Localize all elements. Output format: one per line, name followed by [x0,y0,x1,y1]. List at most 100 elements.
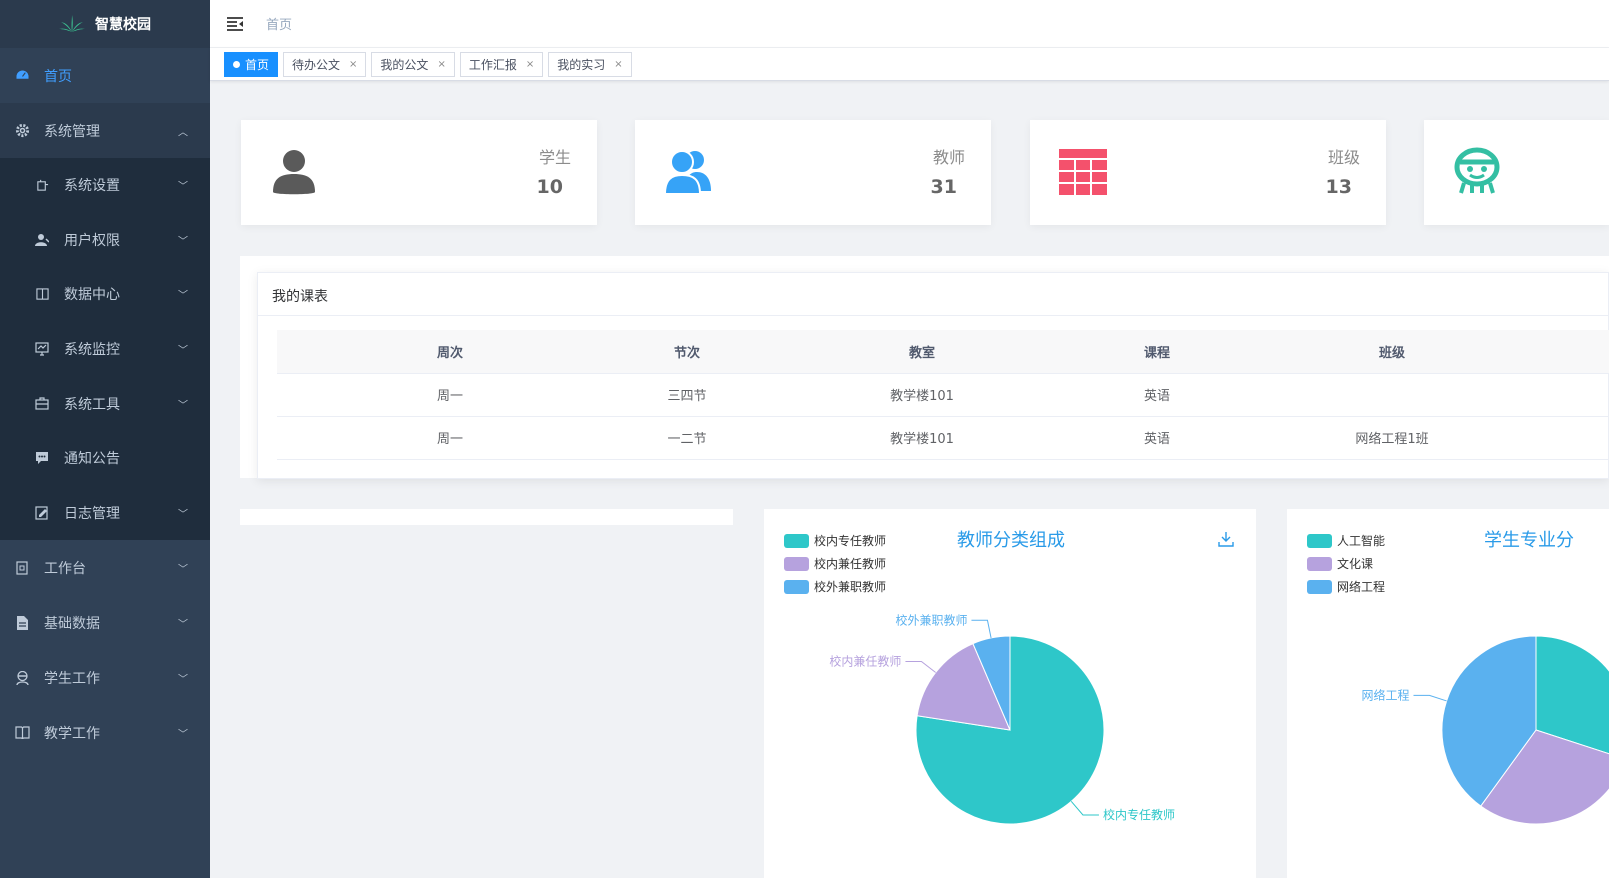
close-icon[interactable]: × [614,59,622,70]
tag-pending-documents[interactable]: 待办公文 × [283,51,367,77]
chevron-down-icon: ﹀ [178,236,188,248]
schedule-title: 我的课表 [258,273,1608,316]
table-cell: 英语 [1093,373,1221,417]
schedule-table: 周次 节次 教室 课程 班级 周一 三四节 教学楼101 英语 周一 一二节 教… [277,330,1609,460]
column-header[interactable]: 节次 [623,330,751,374]
chevron-down-icon: ﹀ [178,181,188,193]
user-icon [34,232,50,248]
gear-icon [14,123,30,139]
sidebar-item-label: 工作台 [44,560,86,577]
tag-label: 首页 [245,57,270,72]
log-icon [34,505,50,521]
pie-chart: 校内专任教师 校内兼任教师 校外兼职教师 [829,612,1175,825]
hamburger-icon[interactable] [226,16,244,32]
table-cell: 英语 [1093,416,1221,460]
chevron-down-icon: ﹀ [178,290,188,302]
table-row[interactable]: 周一 一二节 教学楼101 英语 网络工程1班 [277,416,1609,460]
table-cell: 教学楼101 [751,416,1093,460]
breadcrumb[interactable]: 首页 [266,14,292,33]
pie-label-line [1413,694,1447,702]
student-major-chart: 人工智能 文化课 网络工程 学生专业分 网络工程 [1287,509,1609,878]
tag-label: 待办公文 [292,57,341,72]
sidebar-item-system-settings[interactable]: 系统设置 ﹀ [0,158,210,213]
chevron-down-icon: ﹀ [178,564,188,576]
chevron-down-icon: ﹀ [178,674,188,686]
sidebar-item-home[interactable]: 首页 [0,48,210,103]
column-header[interactable]: 教室 [751,330,1093,374]
table-row[interactable]: 周一 三四节 教学楼101 英语 [277,373,1609,417]
table-cell-spacer [1563,373,1609,417]
table-cell-spacer [1563,416,1609,460]
sidebar-item-label: 日志管理 [64,505,120,522]
tag-work-report[interactable]: 工作汇报 × [459,51,544,77]
teacher-category-chart: 校内专任教师 校内兼任教师 校外兼职教师 教师分类组成 校内专任教师 校内兼任教师… [764,509,1256,878]
person-icon [269,147,319,197]
stat-value: 10 [536,176,563,198]
tag-label: 工作汇报 [468,57,517,72]
sidebar-item-system-tools[interactable]: 系统工具 ﹀ [0,376,210,431]
pie-label: 网络工程 [1361,687,1409,702]
sidebar-item-system-management[interactable]: 系统管理 ︿ [0,103,210,158]
app-title: 智慧校园 [95,17,151,33]
chevron-up-icon: ︿ [178,127,188,138]
sidebar-item-data-center[interactable]: 数据中心 ﹀ [0,267,210,322]
workbench-icon [14,560,30,576]
column-header[interactable]: 班级 [1221,330,1563,374]
tag-label: 我的实习 [557,57,606,72]
table-cell: 三四节 [623,373,751,417]
book-icon [14,725,30,741]
pie-label-line [1070,800,1099,816]
active-dot-icon [233,60,240,68]
schedule-panel: 我的课表 周次 节次 教室 课程 班级 周一 三四节 教学楼101 英语 周一 … [257,272,1609,479]
stat-card-robot[interactable] [1424,120,1609,225]
database-icon [34,286,50,302]
toolbox-icon [34,396,50,412]
tag-my-documents[interactable]: 我的公文 × [371,51,455,77]
table-cell: 周一 [277,416,623,460]
pie-chart: 网络工程 [1361,635,1609,825]
sidebar-item-system-monitor[interactable]: 系统监控 ﹀ [0,322,210,377]
stat-value: 31 [930,176,957,198]
chevron-down-icon: ﹀ [178,400,188,412]
logo[interactable]: 智慧校园 [0,0,210,48]
pie-label-line [905,660,936,673]
sidebar-item-label: 教学工作 [44,725,100,742]
chevron-down-icon: ﹀ [178,345,188,357]
pie-label: 校内兼任教师 [829,653,901,668]
close-icon[interactable]: × [437,59,445,70]
tags-view: 首页 待办公文 × 我的公文 × 工作汇报 × 我的实习 × [210,48,1609,81]
stat-card-students[interactable]: 学生 10 [241,120,597,225]
pie-label: 校外兼职教师 [895,612,967,627]
table-header-row: 周次 节次 教室 课程 班级 [277,330,1609,374]
column-header[interactable]: 周次 [277,330,623,374]
chevron-down-icon: ﹀ [178,509,188,521]
pie-label: 校内专任教师 [1103,807,1175,822]
table-cell [1221,373,1563,417]
close-icon[interactable]: × [526,59,534,70]
sidebar-item-label: 学生工作 [44,670,100,687]
close-icon[interactable]: × [349,59,357,70]
sidebar-item-teaching-work[interactable]: 教学工作 ﹀ [0,705,210,760]
sidebar-item-workbench[interactable]: 工作台 ﹀ [0,540,210,595]
grid-icon [1058,147,1108,197]
dashboard-icon [14,68,30,84]
tag-home[interactable]: 首页 [224,51,279,77]
table-cell: 网络工程1班 [1221,416,1563,460]
monitor-icon [34,341,50,357]
sidebar-item-log-management[interactable]: 日志管理 ﹀ [0,486,210,541]
tag-my-internship[interactable]: 我的实习 × [548,51,632,77]
stat-card-classes[interactable]: 班级 13 [1030,120,1386,225]
chevron-down-icon: ﹀ [178,729,188,741]
table-cell: 教学楼101 [751,373,1093,417]
robot-icon [1452,147,1502,197]
table-cell: 周一 [277,373,623,417]
column-header[interactable]: 课程 [1093,330,1221,374]
sidebar-item-notices[interactable]: 通知公告 [0,431,210,486]
sidebar-item-basic-data[interactable]: 基础数据 ﹀ [0,595,210,650]
sidebar-item-label: 用户权限 [64,232,120,249]
stat-card-teachers[interactable]: 教师 31 [635,120,991,225]
sidebar-item-label: 基础数据 [44,615,100,632]
sidebar-item-student-work[interactable]: 学生工作 ﹀ [0,650,210,705]
sidebar-item-user-permissions[interactable]: 用户权限 ﹀ [0,213,210,268]
stat-value: 13 [1325,176,1352,198]
